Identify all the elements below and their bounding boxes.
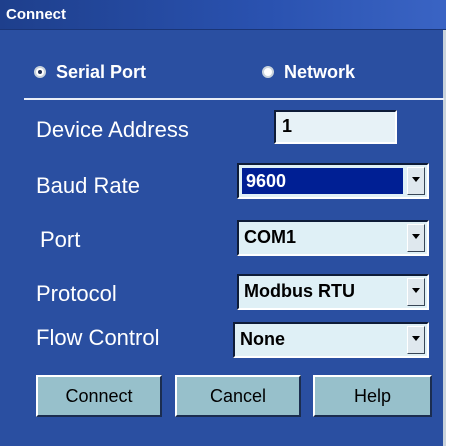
protocol-select[interactable]: Modbus RTU	[237, 274, 429, 310]
chevron-down-icon[interactable]	[407, 224, 425, 252]
radio-checked-icon	[34, 66, 46, 78]
connect-dialog: Connect Serial Port Network Device Addre…	[0, 0, 446, 446]
port-label: Port	[40, 227, 81, 252]
flow-control-value: None	[240, 329, 285, 349]
baud-rate-select[interactable]: 9600	[237, 163, 429, 199]
radio-unchecked-icon	[262, 66, 274, 78]
network-radio[interactable]: Network	[262, 55, 355, 89]
dialog-title: Connect	[0, 0, 446, 30]
divider	[24, 98, 444, 100]
connect-button[interactable]: Connect	[36, 375, 162, 417]
chevron-down-icon[interactable]	[407, 326, 425, 354]
protocol-label: Protocol	[36, 281, 117, 306]
chevron-down-icon[interactable]	[407, 167, 425, 195]
protocol-value: Modbus RTU	[244, 281, 355, 301]
serial-port-label: Serial Port	[56, 61, 147, 82]
connection-type-group: Serial Port Network	[0, 55, 446, 89]
port-select[interactable]: COM1	[237, 220, 429, 256]
help-button[interactable]: Help	[313, 375, 432, 417]
network-label: Network	[284, 61, 356, 82]
chevron-down-icon[interactable]	[407, 278, 425, 306]
device-address-label: Device Address	[36, 117, 189, 142]
baud-rate-label: Baud Rate	[36, 173, 140, 198]
baud-rate-value: 9600	[242, 168, 403, 194]
device-address-input[interactable]: 1	[274, 110, 397, 144]
serial-port-radio[interactable]: Serial Port	[34, 55, 146, 89]
cancel-button[interactable]: Cancel	[175, 375, 301, 417]
flow-control-select[interactable]: None	[233, 322, 429, 358]
port-value: COM1	[244, 227, 297, 247]
flow-control-label: Flow Control	[36, 325, 160, 350]
